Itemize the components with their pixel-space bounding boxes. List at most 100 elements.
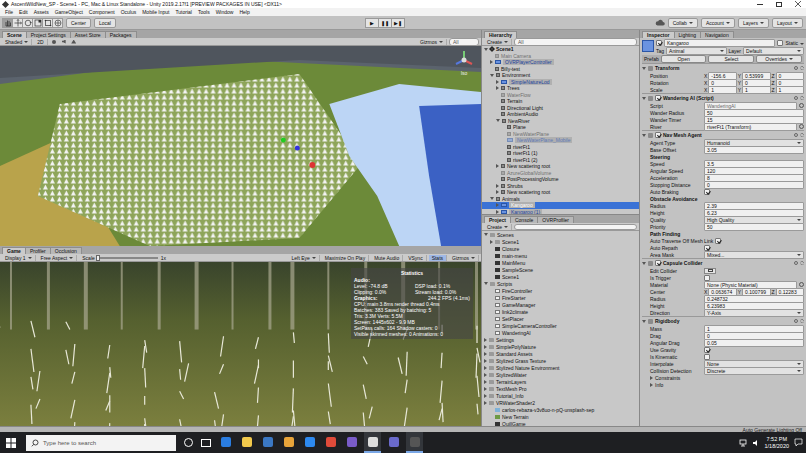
project-item[interactable]: link2climate xyxy=(482,308,639,315)
window-tab[interactable]: Project xyxy=(484,216,511,223)
hierarchy-item[interactable]: NewWaterPlane_Mobile xyxy=(482,137,639,144)
expand-icon[interactable] xyxy=(496,164,499,168)
hierarchy-item[interactable]: WaterFlow xyxy=(482,92,639,99)
field-field[interactable]: 50 xyxy=(704,223,804,231)
window-tab[interactable]: Console xyxy=(510,216,538,223)
create-dropdown[interactable]: Create xyxy=(484,224,512,230)
expand-icon[interactable] xyxy=(496,80,499,84)
taskbar-app[interactable] xyxy=(301,432,318,453)
settings-icon[interactable] xyxy=(800,319,804,323)
hierarchy-item[interactable]: riverFt1 xyxy=(482,144,639,151)
project-item[interactable]: Stylized Grass Texture xyxy=(482,357,639,364)
project-item[interactable]: Settings xyxy=(482,336,639,343)
vector-field[interactable]: 1 xyxy=(708,86,736,94)
hierarchy-item[interactable]: Plane xyxy=(482,124,639,131)
expand-icon[interactable] xyxy=(484,373,487,377)
component-header[interactable]: Wandering AI (Script) xyxy=(642,94,804,102)
project-item[interactable]: Scene1 xyxy=(482,273,639,280)
taskbar-app[interactable] xyxy=(217,432,234,453)
property-checkbox[interactable] xyxy=(704,275,710,281)
expand-icon[interactable] xyxy=(496,184,499,188)
fold-icon[interactable] xyxy=(642,97,646,100)
menu-item[interactable]: Window xyxy=(213,9,237,15)
fold-icon[interactable] xyxy=(642,134,646,137)
speaker-icon[interactable] xyxy=(752,439,760,447)
hierarchy-item[interactable]: Shrubs xyxy=(482,183,639,190)
component-enabled-checkbox[interactable] xyxy=(655,132,661,138)
game-toolbar-button[interactable]: VSync xyxy=(405,255,426,261)
maximize-icon[interactable] xyxy=(771,0,787,8)
taskbar-app[interactable] xyxy=(364,432,381,453)
menu-item[interactable]: Edit xyxy=(16,9,31,15)
menu-item[interactable]: GameObject xyxy=(52,9,86,15)
project-item[interactable]: Scripts xyxy=(482,280,639,287)
help-icon[interactable] xyxy=(794,319,798,323)
cloud-icon[interactable] xyxy=(655,19,665,26)
project-item[interactable]: Scenes xyxy=(482,231,639,238)
lighting-icon[interactable] xyxy=(50,39,58,45)
notification-icon[interactable] xyxy=(794,438,803,447)
window-tab[interactable]: Navigation xyxy=(700,31,734,38)
component-enabled-checkbox[interactable] xyxy=(655,95,661,101)
windows-start-icon[interactable] xyxy=(0,432,22,453)
menu-item[interactable]: Assets xyxy=(31,9,52,15)
hierarchy-item[interactable]: New scattering root xyxy=(482,189,639,196)
hierarchy-item[interactable]: Directional Light xyxy=(482,105,639,112)
expand-icon[interactable] xyxy=(484,352,487,356)
field-field[interactable]: 3.05 xyxy=(704,146,804,154)
toolbar-dropdown[interactable]: Layout xyxy=(772,18,803,28)
minimize-icon[interactable] xyxy=(752,0,768,8)
gizmos-dropdown[interactable]: Gizmos xyxy=(417,39,447,45)
project-item[interactable]: StylizedWater xyxy=(482,371,639,378)
2d-toggle[interactable]: 2D xyxy=(34,39,47,45)
toolbar-dropdown[interactable]: Collab xyxy=(668,18,698,28)
hierarchy-item[interactable]: Kangaroo xyxy=(482,202,639,209)
fold-icon[interactable] xyxy=(642,262,646,265)
object-picker-icon[interactable] xyxy=(799,124,804,129)
expand-icon[interactable] xyxy=(484,282,488,285)
transform-tool-button[interactable] xyxy=(52,18,63,28)
toolbar-dropdown[interactable]: Account xyxy=(701,18,735,28)
slider-thumb[interactable] xyxy=(96,255,100,261)
hierarchy-item[interactable]: Main Camera xyxy=(482,53,639,60)
game-toolbar-button[interactable]: Stats xyxy=(429,255,447,261)
property-checkbox[interactable] xyxy=(704,189,710,195)
expand-icon[interactable] xyxy=(484,394,487,398)
window-tab[interactable]: Lighting xyxy=(674,31,702,38)
dropdown-field[interactable]: Mixed... xyxy=(704,251,804,259)
space-toggle[interactable]: Local xyxy=(94,18,116,28)
fold-icon[interactable] xyxy=(642,67,646,70)
project-item[interactable]: TerrainLayers xyxy=(482,378,639,385)
window-tab[interactable]: Scene xyxy=(2,31,27,38)
hierarchy-item[interactable]: NewRiver xyxy=(482,118,639,125)
project-item[interactable]: Closure xyxy=(482,245,639,252)
active-checkbox[interactable] xyxy=(656,40,662,46)
property-checkbox[interactable] xyxy=(704,245,710,251)
project-item[interactable]: SimpleCameraController xyxy=(482,322,639,329)
prefab-button[interactable]: Overrides xyxy=(756,55,802,63)
component-header[interactable]: Rigidbody xyxy=(642,317,804,325)
settings-icon[interactable] xyxy=(800,133,804,137)
settings-icon[interactable] xyxy=(800,261,804,265)
expand-icon[interactable] xyxy=(496,210,499,214)
dropdown-field[interactable]: Y-Axis xyxy=(704,309,804,317)
project-item[interactable]: Standard Assets xyxy=(482,350,639,357)
static-dropdown[interactable]: Static xyxy=(785,40,804,46)
hierarchy-item[interactable]: Scene1 xyxy=(482,46,639,53)
expand-icon[interactable] xyxy=(490,197,494,200)
expand-icon[interactable] xyxy=(484,401,487,405)
property-checkbox[interactable] xyxy=(715,238,721,244)
help-icon[interactable] xyxy=(794,261,798,265)
static-checkbox[interactable] xyxy=(777,40,783,46)
game-view[interactable]: Statistics Audio: Level: -74.8 dBDSP loa… xyxy=(0,262,481,426)
edit-collider-button[interactable] xyxy=(704,268,716,274)
shading-dropdown[interactable]: Shaded xyxy=(2,39,32,45)
menu-item[interactable]: File xyxy=(2,9,16,15)
vector-field[interactable]: 1 xyxy=(742,86,770,94)
project-item[interactable]: Stylized Nature Environment xyxy=(482,364,639,371)
play-control-button[interactable]: ▶ xyxy=(365,18,379,28)
slider-track[interactable] xyxy=(98,257,158,259)
window-tab[interactable]: Packages xyxy=(105,31,137,38)
project-item[interactable]: carlos-rebaza-v3v8uo-n-pQ-unsplash-sep xyxy=(482,406,639,413)
window-tab[interactable]: Profiler xyxy=(25,247,51,254)
